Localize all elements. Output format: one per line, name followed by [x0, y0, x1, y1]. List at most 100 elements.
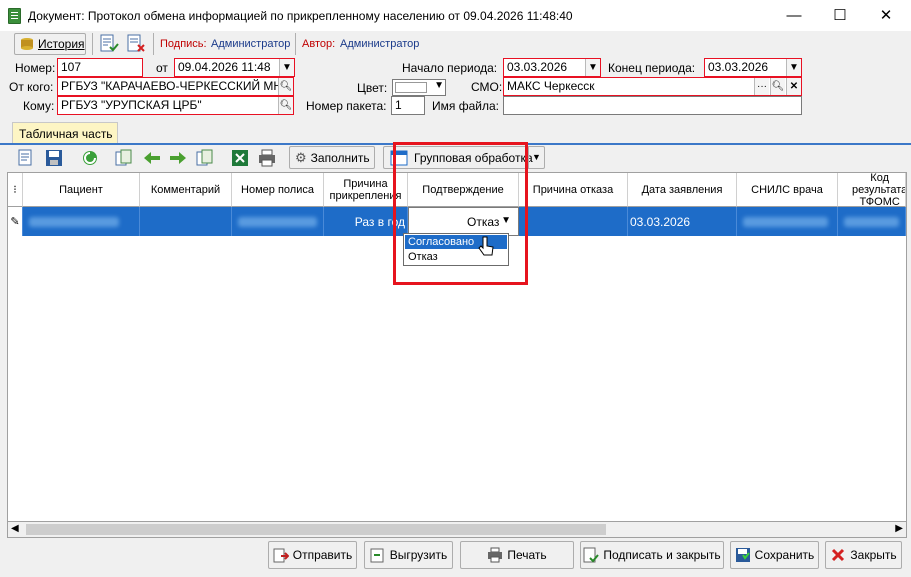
search-icon[interactable]: 🔍︎ [278, 78, 293, 95]
period-start-value: 03.03.2026 [507, 60, 568, 74]
toolbar-divider [295, 33, 296, 55]
period-end-field[interactable]: 03.03.2026 ▼ [704, 58, 802, 77]
clear-icon[interactable]: ✕ [786, 78, 801, 95]
column-header-snils[interactable]: СНИЛС врача [737, 173, 838, 207]
date-field[interactable]: 09.04.2026 11:48 ▼ [174, 58, 295, 77]
refresh-icon[interactable] [81, 149, 99, 167]
chevron-down-icon[interactable]: ▼ [585, 59, 600, 76]
column-header-reject-reason[interactable]: Причина отказа [519, 173, 628, 207]
cell-result-code[interactable] [838, 207, 906, 236]
print-button[interactable]: Печать [460, 541, 574, 569]
cell-comment[interactable] [140, 207, 232, 236]
chevron-down-icon[interactable]: ▼ [279, 59, 294, 76]
excel-icon[interactable] [231, 149, 249, 167]
toolbar-divider [153, 33, 154, 55]
column-header-patient[interactable]: Пациент [23, 173, 140, 207]
horizontal-scrollbar[interactable]: ◀ ▶ [7, 521, 907, 538]
author-label: Автор: [302, 38, 336, 50]
author-value: Администратор [340, 38, 420, 50]
cell-reject-reason[interactable] [519, 207, 628, 236]
arrow-right-icon[interactable] [168, 149, 186, 167]
edit-document-icon[interactable] [18, 149, 36, 167]
redacted-text [743, 216, 828, 227]
copy-document-icon[interactable] [115, 149, 133, 167]
to-value: РГБУЗ "УРУПСКАЯ ЦРБ" [61, 98, 202, 112]
gear-icon: ⚙ [295, 149, 307, 165]
signature-value: Администратор [211, 38, 291, 50]
number-field[interactable]: 107 [57, 58, 143, 77]
cell-patient[interactable] [23, 207, 140, 236]
toolbar-divider [92, 33, 93, 55]
to-label: Кому: [23, 99, 55, 113]
cell-policy[interactable] [232, 207, 324, 236]
color-label: Цвет: [357, 81, 388, 95]
cell-date[interactable]: 03.03.2026 [628, 207, 737, 236]
period-start-field[interactable]: 03.03.2026 ▼ [503, 58, 601, 77]
period-start-label: Начало периода: [402, 61, 498, 75]
from-field[interactable]: РГБУЗ "КАРАЧАЕВО-ЧЕРКЕССКИЙ МНО 🔍︎ [57, 77, 294, 96]
smo-field[interactable]: МАКС Черкесск ··· 🔍︎ ✕ [503, 77, 802, 96]
search-icon[interactable]: 🔍︎ [278, 97, 293, 114]
unsign-document-icon[interactable] [126, 34, 146, 54]
close-label: Закрыть [850, 548, 897, 562]
column-header-policy[interactable]: Номер полиса [232, 173, 324, 207]
redacted-text [238, 216, 317, 227]
chevron-down-icon[interactable]: ▼ [434, 80, 444, 91]
scroll-left-icon[interactable]: ◀ [11, 523, 19, 534]
send-button[interactable]: Отправить [268, 541, 357, 569]
print-label: Печать [507, 548, 547, 562]
sign-document-icon[interactable] [99, 34, 119, 54]
smo-label: СМО: [471, 80, 503, 94]
send-icon [273, 548, 289, 563]
close-icon [832, 548, 845, 562]
save-icon [735, 548, 750, 562]
to-field[interactable]: РГБУЗ "УРУПСКАЯ ЦРБ" 🔍︎ [57, 96, 294, 115]
redacted-text [29, 216, 119, 227]
minimize-button[interactable]: — [771, 0, 817, 31]
fill-label: Заполнить [310, 150, 370, 165]
ellipsis-icon[interactable]: ··· [754, 78, 769, 95]
history-button[interactable]: История [14, 33, 86, 55]
redacted-text [844, 216, 899, 227]
tab-table-part[interactable]: Табличная часть [12, 122, 118, 144]
pencil-icon: ✎ [8, 207, 23, 236]
close-window-button[interactable]: ✕ [863, 0, 909, 31]
highlight-box [393, 142, 528, 285]
column-header-date[interactable]: Дата заявления [628, 173, 737, 207]
save-button[interactable]: Сохранить [730, 541, 819, 569]
column-header-comment[interactable]: Комментарий [140, 173, 232, 207]
close-button[interactable]: Закрыть [825, 541, 902, 569]
packet-label: Номер пакета: [306, 99, 387, 113]
cell-snils[interactable] [737, 207, 838, 236]
number-label: Номер: [15, 61, 56, 75]
printer-icon [488, 547, 503, 563]
signature-label: Подпись: [160, 38, 207, 50]
chevron-down-icon[interactable]: ▼ [786, 59, 801, 76]
printer-icon[interactable] [258, 149, 276, 167]
packet-field[interactable]: 1 [391, 96, 425, 115]
column-header-result-code[interactable]: Код результата ТФОМС [838, 173, 906, 207]
scroll-thumb[interactable] [26, 524, 606, 535]
paste-document-icon[interactable] [196, 149, 214, 167]
period-end-label: Конец периода: [608, 61, 696, 75]
row-indicator-header: ⁝ [8, 173, 23, 207]
smo-value: МАКС Черкесск [507, 79, 595, 93]
export-button[interactable]: Выгрузить [364, 541, 453, 569]
export-icon [370, 548, 384, 563]
filename-field[interactable] [503, 96, 802, 115]
fill-button[interactable]: ⚙ Заполнить [289, 146, 375, 169]
color-picker[interactable]: ▼ [392, 79, 446, 96]
window-title: Документ: Протокол обмена информацией по… [28, 9, 573, 23]
chevron-down-icon[interactable]: ▼ [528, 147, 544, 168]
title-bar: Документ: Протокол обмена информацией по… [0, 0, 911, 31]
search-icon[interactable]: 🔍︎ [770, 78, 785, 95]
sign-close-button[interactable]: Подписать и закрыть [580, 541, 724, 569]
scroll-right-icon[interactable]: ▶ [895, 523, 903, 534]
filename-label: Имя файла: [432, 99, 499, 113]
from-label: От кого: [9, 80, 54, 94]
date-value: 09.04.2026 11:48 [178, 60, 271, 74]
history-label: История [38, 37, 85, 51]
save-icon[interactable] [45, 149, 63, 167]
maximize-button[interactable]: ☐ [817, 0, 863, 31]
arrow-left-icon[interactable] [142, 149, 160, 167]
